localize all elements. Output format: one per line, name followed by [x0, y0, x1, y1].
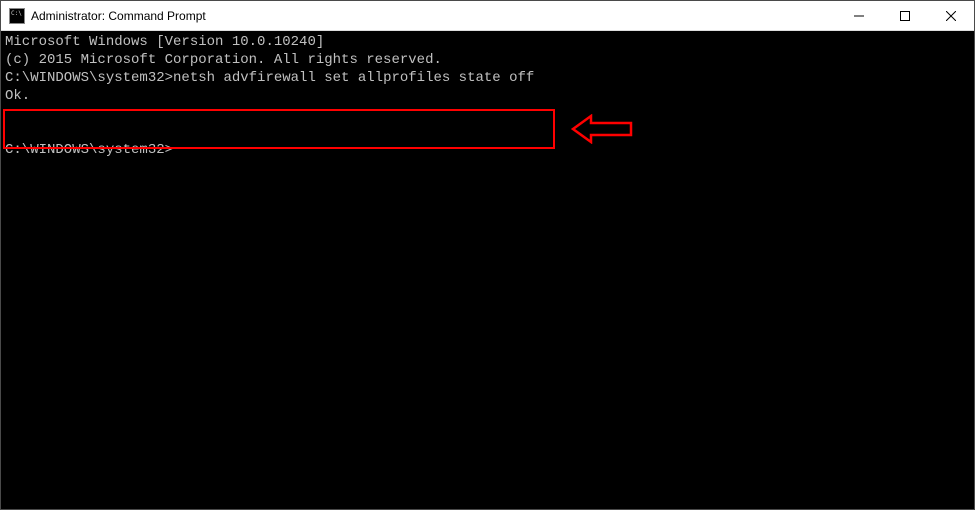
- terminal-response: Ok.: [5, 87, 970, 105]
- minimize-button[interactable]: [836, 1, 882, 31]
- window-controls: [836, 1, 974, 30]
- terminal-prompt-row-2: C:\WINDOWS\system32>: [5, 141, 970, 159]
- terminal-prompt-prefix: C:\WINDOWS\system32>: [5, 69, 173, 87]
- terminal-command-input: netsh advfirewall set allprofiles state …: [173, 69, 534, 87]
- terminal-line-version: Microsoft Windows [Version 10.0.10240]: [5, 33, 970, 51]
- maximize-button[interactable]: [882, 1, 928, 31]
- terminal-prompt-prefix-2: C:\WINDOWS\system32>: [5, 141, 173, 159]
- close-button[interactable]: [928, 1, 974, 31]
- maximize-icon: [900, 11, 910, 21]
- terminal-area[interactable]: Microsoft Windows [Version 10.0.10240] (…: [1, 31, 974, 509]
- titlebar[interactable]: Administrator: Command Prompt: [1, 1, 974, 31]
- close-icon: [946, 11, 956, 21]
- terminal-blank-line-3: [5, 123, 970, 141]
- terminal-blank-line-2: [5, 105, 970, 123]
- command-prompt-window: Administrator: Command Prompt Microsoft …: [0, 0, 975, 510]
- terminal-prompt-row-1: C:\WINDOWS\system32>netsh advfirewall se…: [5, 69, 970, 87]
- cmd-icon: [9, 8, 25, 24]
- terminal-line-copyright: (c) 2015 Microsoft Corporation. All righ…: [5, 51, 970, 69]
- window-title: Administrator: Command Prompt: [31, 9, 836, 23]
- minimize-icon: [854, 11, 864, 21]
